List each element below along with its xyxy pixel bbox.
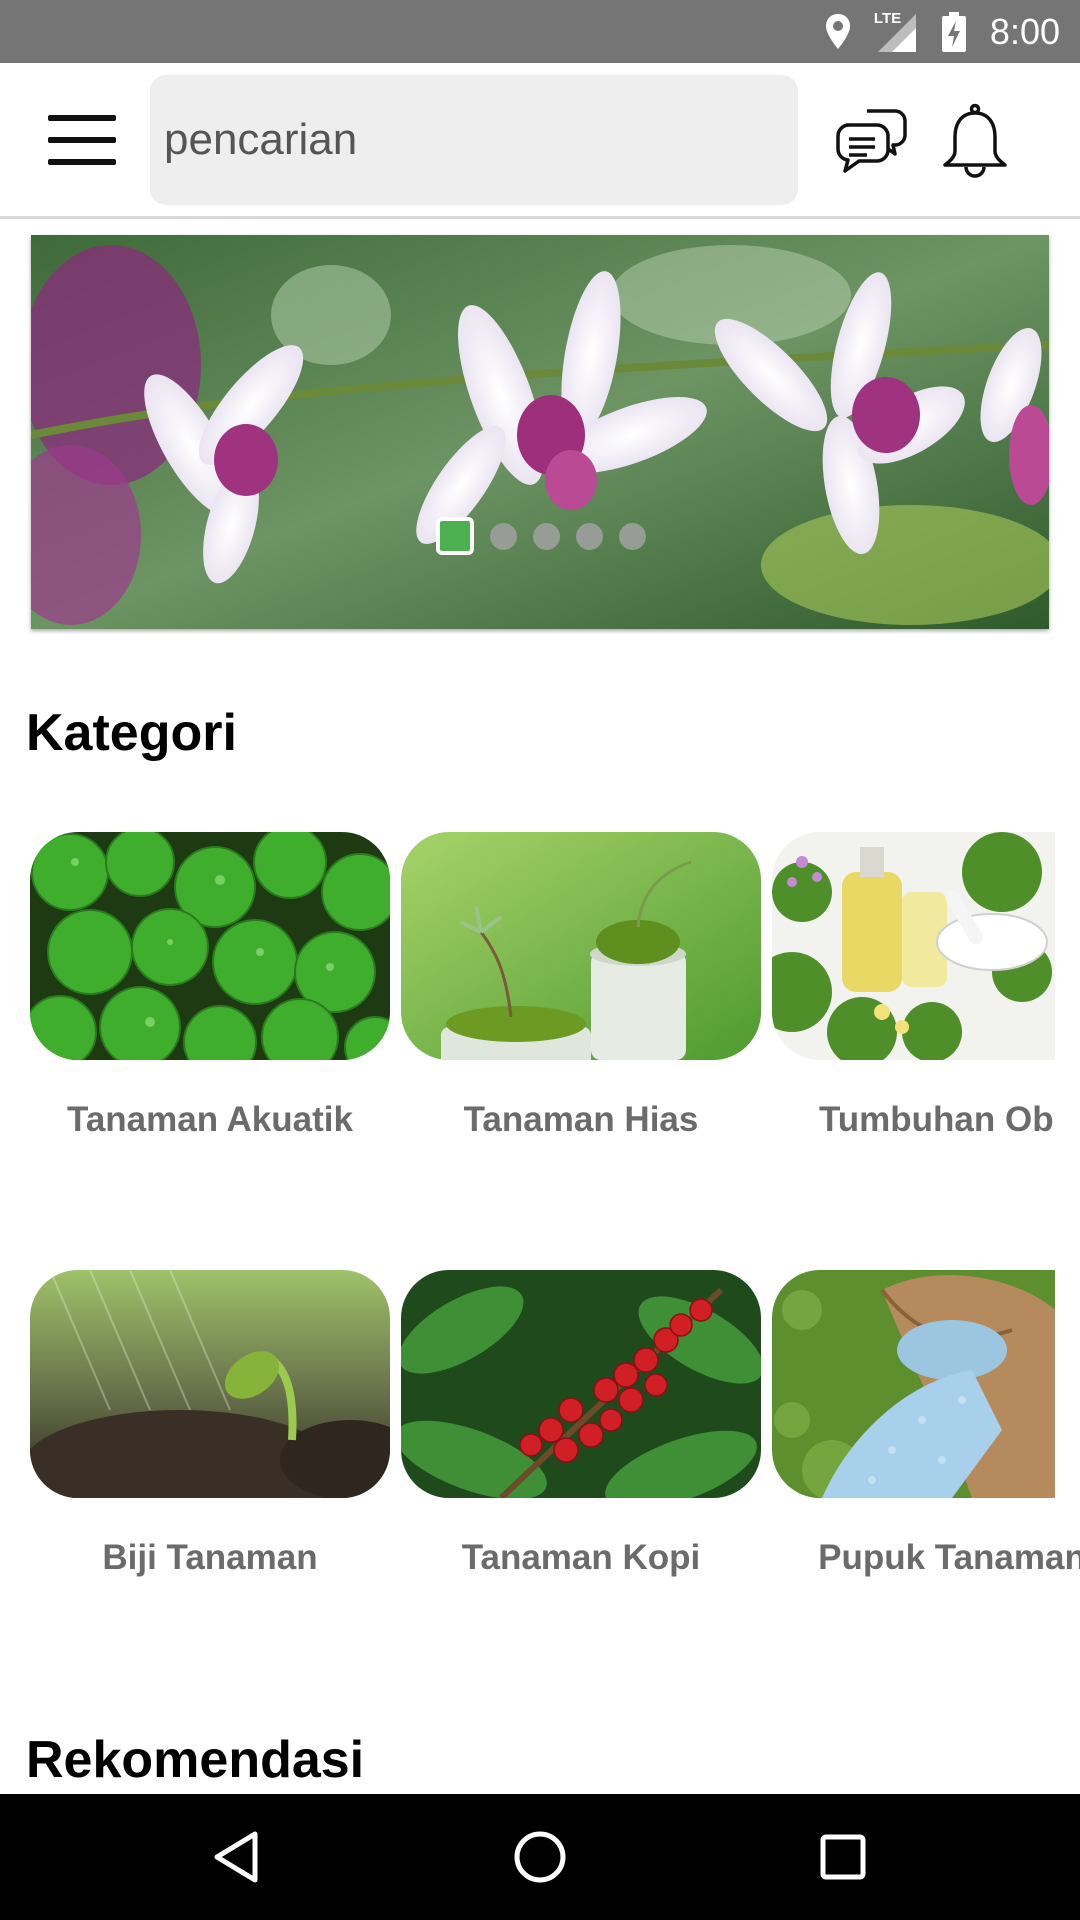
clock-time: 8:00 (989, 10, 1060, 52)
carousel-indicators (436, 517, 646, 555)
category-card-seeds[interactable]: Biji Tanaman (30, 1270, 390, 1579)
category-card-aquatic[interactable]: Tanaman Akuatik (30, 832, 390, 1141)
status-icons: LTE 8:00 (820, 0, 1060, 63)
home-icon[interactable] (507, 1824, 573, 1890)
category-label-ornamental: Tanaman Hias (463, 1100, 699, 1139)
carousel-dot-5[interactable] (619, 522, 646, 550)
aquatic-plant-photo (30, 832, 390, 1060)
banner-carousel[interactable] (31, 235, 1049, 629)
system-nav-bar (0, 1794, 1080, 1920)
category-card-medicinal[interactable]: Tumbuhan Ob (772, 832, 1080, 1141)
recents-icon[interactable] (810, 1824, 876, 1890)
back-icon[interactable] (205, 1824, 271, 1890)
category-label-seeds: Biji Tanaman (102, 1538, 318, 1577)
search-box[interactable] (150, 75, 798, 205)
status-bar: LTE 8:00 (0, 0, 1080, 63)
carousel-dot-4[interactable] (576, 522, 603, 550)
category-label-aquatic: Tanaman Akuatik (67, 1100, 353, 1139)
bell-icon[interactable] (940, 103, 1010, 181)
ornamental-plant-photo (401, 832, 761, 1060)
medicinal-herbs-photo (772, 832, 1055, 1060)
recommendations-title: Rekomendasi (26, 1731, 365, 1789)
category-card-coffee[interactable]: Tanaman Kopi (401, 1270, 761, 1579)
signal-icon: LTE (874, 10, 918, 54)
location-icon (820, 12, 856, 52)
category-label-coffee: Tanaman Kopi (461, 1538, 701, 1577)
category-label-fertilizer: Pupuk Tanaman (818, 1538, 1080, 1577)
search-input[interactable] (164, 115, 798, 165)
sprouting-seed-photo (30, 1270, 390, 1498)
hamburger-menu-icon[interactable] (48, 115, 116, 165)
category-card-fertilizer[interactable]: Pupuk Tanaman (772, 1270, 1080, 1579)
coffee-cherries-photo (401, 1270, 761, 1498)
categories-title: Kategori (26, 704, 237, 762)
orchid-flowers-photo (31, 235, 1049, 629)
app-bar (0, 63, 1080, 219)
carousel-dot-1[interactable] (436, 517, 474, 555)
carousel-dot-3[interactable] (533, 522, 560, 550)
fertilizer-sack-photo (772, 1270, 1055, 1498)
battery-charging-icon (936, 11, 972, 52)
category-card-ornamental[interactable]: Tanaman Hias (401, 832, 761, 1141)
category-label-medicinal: Tumbuhan Ob (819, 1100, 1054, 1139)
carousel-dot-2[interactable] (490, 522, 517, 550)
chat-bubbles-icon[interactable] (833, 103, 909, 179)
